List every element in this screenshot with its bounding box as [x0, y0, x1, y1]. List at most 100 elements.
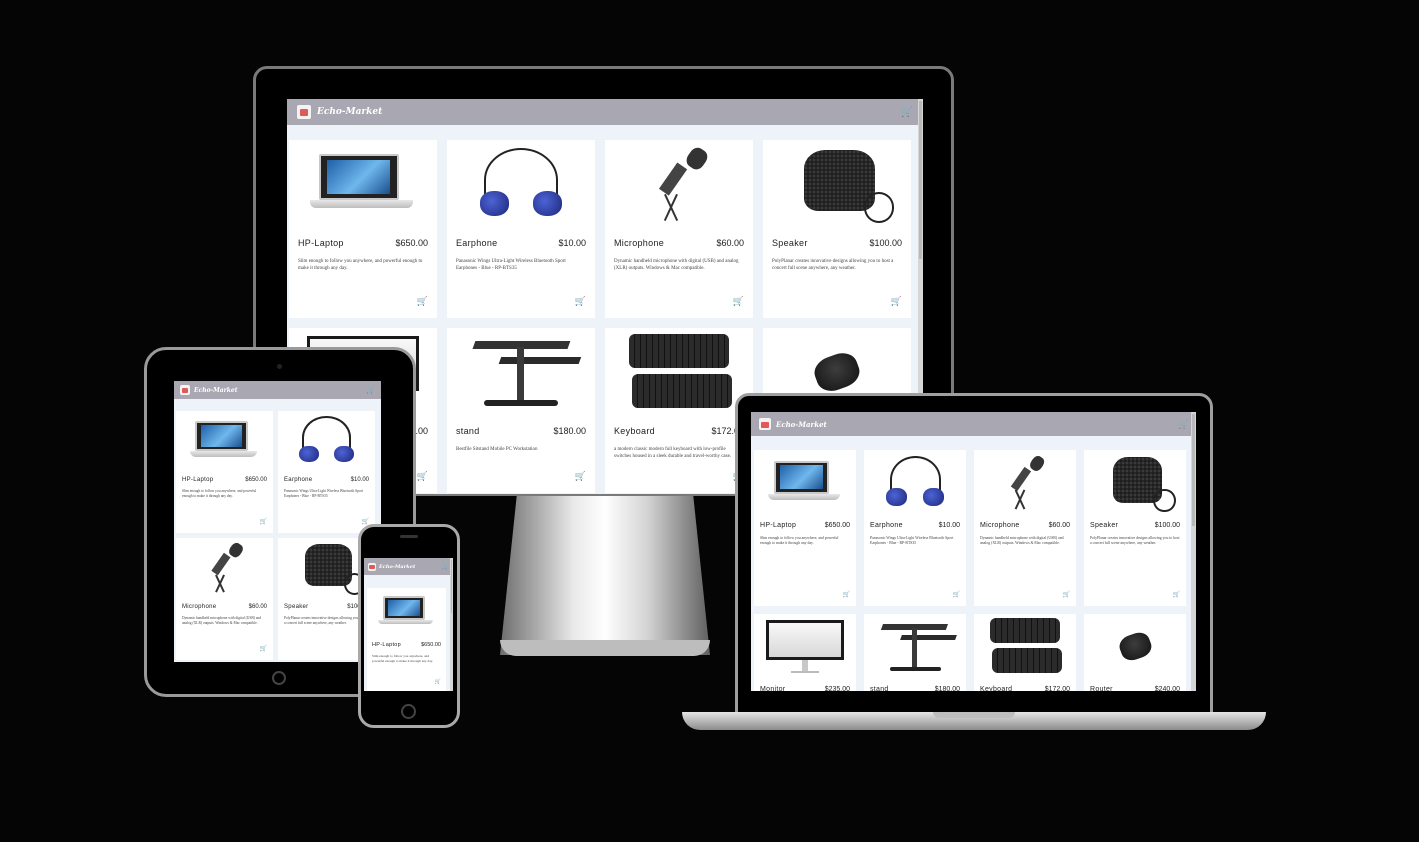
- product-image[interactable]: [754, 450, 856, 520]
- brand-logo-icon[interactable]: [180, 385, 190, 395]
- product-card[interactable]: Microphone $60.00 Dynamic handheld microph…: [605, 140, 753, 318]
- product-image[interactable]: [605, 328, 753, 423]
- product-image[interactable]: [754, 614, 856, 684]
- product-card[interactable]: HP-Laptop $650.00 Slim enough to follow yo…: [367, 588, 446, 691]
- laptop-image-part: [195, 420, 248, 452]
- router-image-part: [1116, 629, 1154, 664]
- product-name: Earphone: [284, 477, 313, 483]
- cart-icon[interactable]: 🛒: [442, 563, 449, 570]
- product-card[interactable]: Keyboard$172.00a modern classic modern f…: [605, 328, 753, 493]
- app-header: Echo-Market 🛒: [287, 99, 923, 125]
- product-image[interactable]: [278, 411, 375, 475]
- brand-name[interactable]: Echo-Market: [194, 387, 238, 394]
- add-to-cart-icon[interactable]: 🛒: [260, 518, 267, 525]
- earbud: [886, 487, 907, 506]
- product-image[interactable]: [176, 538, 273, 602]
- tablet-home-button[interactable]: [272, 671, 286, 685]
- product-image[interactable]: [864, 614, 966, 684]
- product-image[interactable]: [974, 450, 1076, 520]
- earbud: [299, 445, 319, 463]
- add-to-cart-icon[interactable]: 🛒: [843, 591, 850, 598]
- stand-image-part: [911, 628, 918, 668]
- product-image[interactable]: [864, 450, 966, 520]
- product-description: Slim enough to follow you anywhere, and …: [372, 654, 433, 663]
- brand-logo-icon[interactable]: [297, 105, 311, 119]
- product-card[interactable]: Speaker $100.00 PolyPlanar creates innovat…: [763, 140, 911, 318]
- product-description: Panasonic Wings Ultra-Light Wireless Blu…: [870, 536, 954, 546]
- product-card[interactable]: Earphone $10.00 Panasonic Wings Ultra-Ligh…: [278, 411, 375, 533]
- product-image[interactable]: [176, 411, 273, 475]
- keyboard-image-part: [990, 618, 1060, 644]
- speaker-image: [1084, 450, 1186, 520]
- product-card[interactable]: Router$240.00🛒: [1084, 614, 1186, 691]
- product-card[interactable]: Earphone $10.00 Panasonic Wings Ultra-Ligh…: [864, 450, 966, 606]
- product-image[interactable]: [289, 140, 437, 235]
- add-to-cart-icon[interactable]: 🛒: [575, 471, 586, 482]
- add-to-cart-icon[interactable]: 🛒: [1063, 591, 1070, 598]
- product-name: Router: [1090, 686, 1113, 691]
- add-to-cart-icon[interactable]: 🛒: [953, 591, 960, 598]
- brand-logo-icon[interactable]: [759, 418, 771, 430]
- microphone-image: [176, 538, 273, 602]
- cart-icon[interactable]: 🛒: [366, 386, 375, 394]
- laptop-image-part: [774, 460, 830, 495]
- add-to-cart-icon[interactable]: 🛒: [575, 296, 586, 307]
- product-card[interactable]: Earphone $10.00 Panasonic Wings Ultra-Ligh…: [447, 140, 595, 318]
- product-price: $235.00: [824, 686, 850, 691]
- brand-logo-icon[interactable]: [368, 562, 376, 571]
- monitor-image: [754, 614, 856, 684]
- product-image[interactable]: [1084, 614, 1186, 684]
- product-card[interactable]: HP-Laptop $650.00 Slim enough to follow yo…: [754, 450, 856, 606]
- brand-name[interactable]: Echo-Market: [317, 107, 382, 117]
- microphone-image: [974, 450, 1076, 520]
- product-card[interactable]: Microphone $60.00 Dynamic handheld microph…: [974, 450, 1076, 606]
- product-name: Keyboard: [980, 686, 1013, 691]
- product-card[interactable]: stand$180.00Bestfile Sitstand Mobile PC …: [864, 614, 966, 691]
- add-to-cart-icon[interactable]: 🛒: [417, 296, 428, 307]
- laptop-image-part: [309, 199, 414, 209]
- add-to-cart-icon[interactable]: 🛒: [1173, 591, 1180, 598]
- product-name: Monitor: [760, 686, 786, 691]
- product-card[interactable]: Keyboard$172.00a modern classic modern f…: [974, 614, 1076, 691]
- scrollbar[interactable]: [450, 558, 453, 691]
- product-description: PolyPlanar creates innovative designs al…: [1090, 536, 1180, 546]
- product-image[interactable]: [367, 588, 446, 638]
- product-description: Slim enough to follow you anywhere, and …: [760, 536, 839, 546]
- laptop-image-part: [378, 619, 434, 624]
- product-description: PolyPlanar creates innovative designs al…: [772, 259, 894, 271]
- scrollbar[interactable]: [1191, 412, 1196, 691]
- brand-name[interactable]: Echo-Market: [379, 564, 415, 570]
- add-to-cart-icon[interactable]: 🛒: [891, 296, 902, 307]
- earphone-image: [864, 450, 966, 520]
- add-to-cart-icon[interactable]: 🛒: [417, 471, 428, 482]
- product-image[interactable]: [1084, 450, 1186, 520]
- stand-image-part: [499, 356, 582, 364]
- earphone-image: [447, 140, 595, 235]
- product-card[interactable]: stand$180.00Bestfile Sitstand Mobile PC …: [447, 328, 595, 493]
- cart-icon[interactable]: 🛒: [1178, 420, 1188, 429]
- product-description: a modern classic modern full keyboard wi…: [614, 447, 732, 459]
- add-to-cart-icon[interactable]: 🛒: [260, 645, 267, 652]
- speaker-image-part: [863, 192, 895, 223]
- product-card[interactable]: Monitor$235.00🛒: [754, 614, 856, 691]
- brand-name[interactable]: Echo-Market: [776, 420, 827, 429]
- laptop-image: [176, 411, 273, 475]
- add-to-cart-icon[interactable]: 🛒: [733, 296, 744, 307]
- product-image[interactable]: [605, 140, 753, 235]
- product-image[interactable]: [447, 140, 595, 235]
- product-image[interactable]: [763, 140, 911, 235]
- microphone-image: [605, 140, 753, 235]
- product-card[interactable]: Microphone $60.00 Dynamic handheld microph…: [176, 538, 273, 660]
- product-image[interactable]: [447, 328, 595, 423]
- product-card[interactable]: HP-Laptop $650.00 Slim enough to follow yo…: [289, 140, 437, 318]
- product-price: $240.00: [1154, 686, 1180, 691]
- monitor-image-part: [801, 660, 809, 672]
- product-name: HP-Laptop: [182, 477, 214, 483]
- phone-home-button[interactable]: [401, 704, 416, 719]
- product-image[interactable]: [974, 614, 1076, 684]
- cart-icon[interactable]: 🛒: [901, 107, 913, 118]
- product-card[interactable]: Speaker $100.00 PolyPlanar creates innovat…: [1084, 450, 1186, 606]
- product-description: Bestfile Sitstand Mobile PC Workstation: [456, 447, 538, 452]
- add-to-cart-icon[interactable]: 🛒: [435, 679, 441, 685]
- product-card[interactable]: HP-Laptop $650.00 Slim enough to follow yo…: [176, 411, 273, 533]
